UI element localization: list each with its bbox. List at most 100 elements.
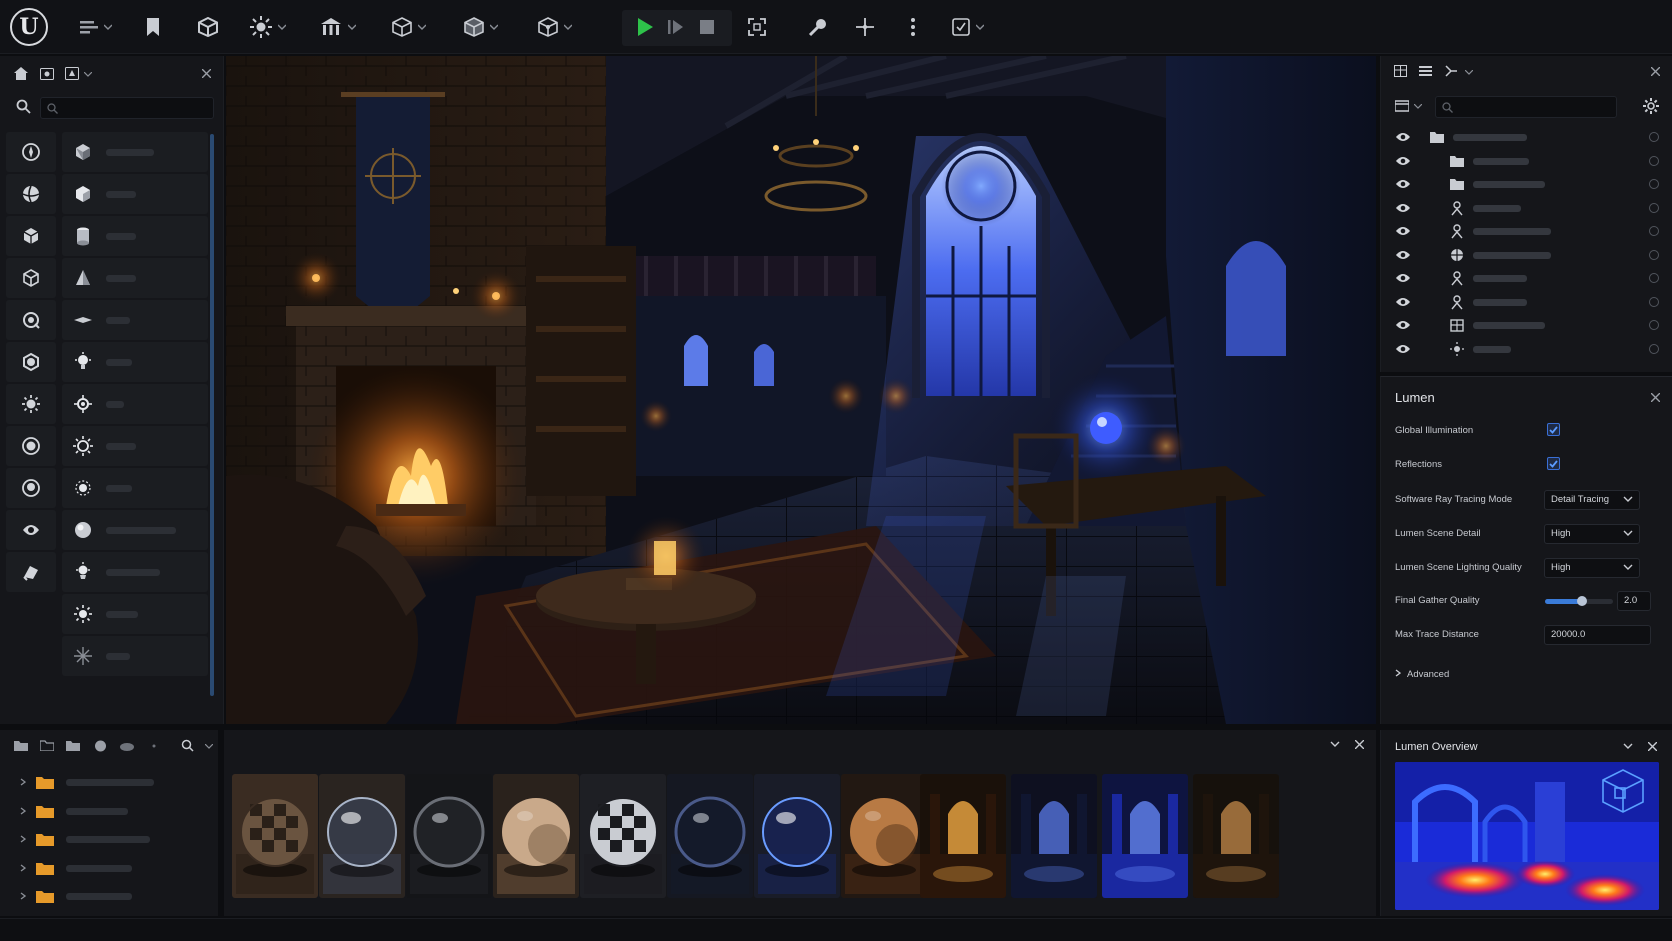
pin-toggle[interactable]	[1649, 249, 1659, 260]
chevron-down-icon[interactable]	[1330, 741, 1340, 748]
outliner-row[interactable]	[1381, 126, 1672, 148]
outliner-row[interactable]	[1381, 338, 1672, 360]
asset-thumbnail[interactable]	[1193, 774, 1279, 898]
asset-thumbnail[interactable]	[841, 774, 927, 898]
eye-visibility-icon[interactable]	[1395, 131, 1411, 143]
category-eye-shape-button[interactable]	[6, 510, 56, 550]
close-icon[interactable]	[202, 69, 211, 78]
placeable-actor-item[interactable]	[62, 468, 208, 508]
outliner-row[interactable]	[1381, 220, 1672, 242]
folder-tree-item[interactable]	[0, 770, 210, 794]
category-cube-outline-button[interactable]	[6, 258, 56, 298]
step-button[interactable]	[668, 14, 684, 40]
scrollbar[interactable]	[210, 134, 214, 696]
scene-detail-select[interactable]: High	[1544, 524, 1640, 544]
close-icon[interactable]	[1648, 742, 1657, 751]
placeable-actor-item[interactable]	[62, 510, 208, 550]
eye-visibility-icon[interactable]	[1395, 319, 1411, 331]
advanced-section-toggle[interactable]: Advanced	[1395, 669, 1449, 680]
global-illumination-checkbox[interactable]	[1547, 423, 1560, 436]
pin-toggle[interactable]	[1649, 132, 1659, 142]
asset-thumbnail[interactable]	[754, 774, 840, 898]
modes-dropdown[interactable]	[392, 14, 426, 40]
eye-visibility-icon[interactable]	[1395, 272, 1411, 284]
placement-icon[interactable]	[65, 67, 79, 80]
folder-open-icon[interactable]	[40, 740, 54, 751]
placeable-actor-item[interactable]	[62, 594, 208, 634]
search-input[interactable]	[40, 97, 214, 119]
eye-visibility-icon[interactable]	[1395, 178, 1411, 190]
placeable-actor-item[interactable]	[62, 300, 208, 340]
chevron-down-icon[interactable]	[1465, 70, 1473, 75]
asset-thumbnail[interactable]	[1011, 774, 1097, 898]
filter-icon[interactable]	[1395, 100, 1409, 112]
outliner-row[interactable]	[1381, 291, 1672, 313]
placeable-actor-item[interactable]	[62, 426, 208, 466]
category-orb-button[interactable]	[6, 426, 56, 466]
eye-visibility-icon[interactable]	[1395, 225, 1411, 237]
eye-visibility-icon[interactable]	[1395, 202, 1411, 214]
outliner-row[interactable]	[1381, 244, 1672, 266]
home-icon[interactable]	[14, 67, 28, 80]
placeable-actor-item[interactable]	[62, 636, 208, 676]
folder-tree-item[interactable]	[0, 827, 210, 851]
play-button[interactable]	[636, 14, 654, 40]
chevron-down-icon[interactable]	[205, 744, 213, 749]
folder-icon[interactable]	[66, 740, 80, 751]
chevron-down-icon[interactable]	[1414, 104, 1422, 109]
circle-icon[interactable]	[94, 740, 107, 752]
fullscreen-button[interactable]	[748, 14, 766, 40]
tools-button[interactable]	[808, 14, 828, 40]
content-button[interactable]	[198, 14, 218, 40]
category-compass-button[interactable]	[6, 132, 56, 172]
pin-toggle[interactable]	[1649, 296, 1659, 307]
folder-tree-item[interactable]	[0, 884, 210, 908]
outliner-row[interactable]	[1381, 173, 1672, 195]
reflections-checkbox[interactable]	[1547, 457, 1560, 470]
asset-thumbnail[interactable]	[1102, 774, 1188, 898]
category-target-button[interactable]	[6, 468, 56, 508]
more-options-button[interactable]	[910, 14, 916, 40]
transform-button[interactable]	[855, 14, 875, 40]
layout-dropdown[interactable]	[952, 14, 984, 40]
placeable-actor-item[interactable]	[62, 132, 208, 172]
eye-visibility-icon[interactable]	[1395, 296, 1411, 308]
unreal-logo-icon[interactable]: U	[10, 8, 48, 46]
asset-thumbnail[interactable]	[406, 774, 492, 898]
image-icon[interactable]	[40, 68, 54, 80]
outliner-tab-icon[interactable]	[1394, 65, 1407, 77]
chevron-down-icon[interactable]	[1623, 743, 1633, 750]
folder-tree-item[interactable]	[0, 799, 210, 823]
asset-thumbnail[interactable]	[667, 774, 753, 898]
hamburger-menu-button[interactable]	[80, 14, 112, 40]
lighting-dropdown[interactable]	[250, 14, 286, 40]
outliner-row[interactable]	[1381, 314, 1672, 336]
pin-toggle[interactable]	[1649, 226, 1659, 236]
outliner-row[interactable]	[1381, 267, 1672, 289]
cloud-icon[interactable]	[120, 741, 134, 751]
build-dropdown[interactable]	[320, 14, 356, 40]
eye-visibility-icon[interactable]	[1395, 155, 1411, 167]
close-icon[interactable]	[1651, 67, 1660, 76]
asset-thumbnail[interactable]	[580, 774, 666, 898]
blueprints-dropdown[interactable]	[464, 14, 498, 40]
asset-thumbnail[interactable]	[920, 774, 1006, 898]
close-icon[interactable]	[1651, 393, 1660, 402]
slider-handle[interactable]	[1577, 596, 1588, 606]
pin-toggle[interactable]	[1649, 343, 1659, 354]
stop-button[interactable]	[700, 14, 714, 40]
category-hexagon-button[interactable]	[6, 342, 56, 382]
bookmark-button[interactable]	[146, 14, 160, 40]
settings-gear-icon[interactable]	[1643, 98, 1659, 114]
eye-visibility-icon[interactable]	[1395, 249, 1411, 261]
category-globe-button[interactable]	[6, 300, 56, 340]
pin-toggle[interactable]	[1649, 320, 1659, 330]
level-viewport[interactable]	[226, 56, 1376, 724]
category-cube-button[interactable]	[6, 216, 56, 256]
list-icon[interactable]	[1419, 65, 1432, 77]
pin-toggle[interactable]	[1649, 273, 1659, 283]
cinematics-dropdown[interactable]	[538, 14, 572, 40]
placeable-actor-item[interactable]	[62, 174, 208, 214]
pin-toggle[interactable]	[1649, 202, 1659, 213]
asset-thumbnail[interactable]	[232, 774, 318, 898]
